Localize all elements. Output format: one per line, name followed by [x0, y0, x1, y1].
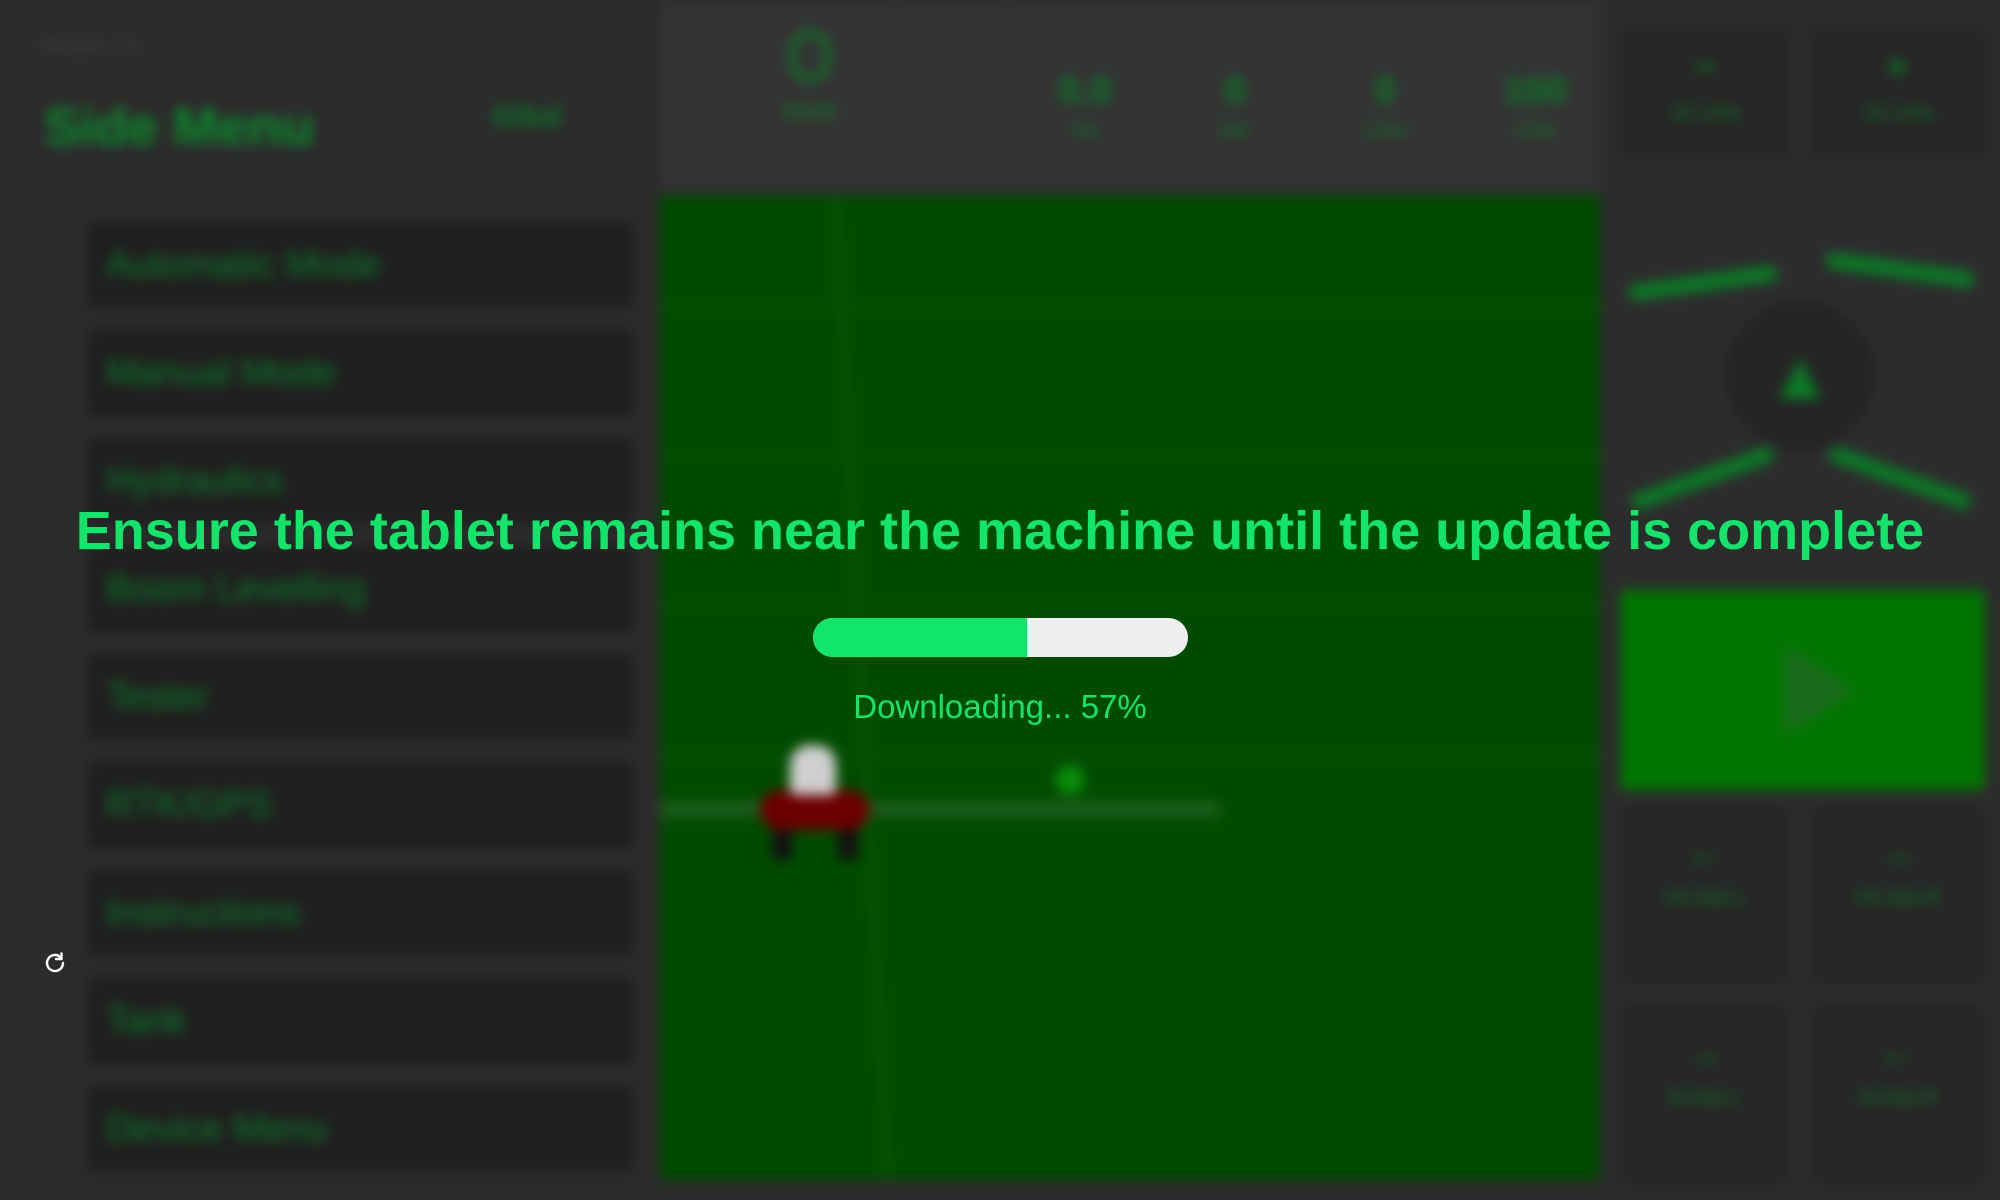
download-status-text: Downloading... 57%: [853, 688, 1147, 725]
update-overlay: Ensure the tablet remains near the machi…: [0, 0, 2000, 1200]
update-warning-message: Ensure the tablet remains near the machi…: [75, 501, 1925, 561]
download-progress-bar: [813, 618, 1188, 657]
download-progress-fill: [813, 618, 1027, 657]
refresh-icon[interactable]: [42, 950, 68, 976]
